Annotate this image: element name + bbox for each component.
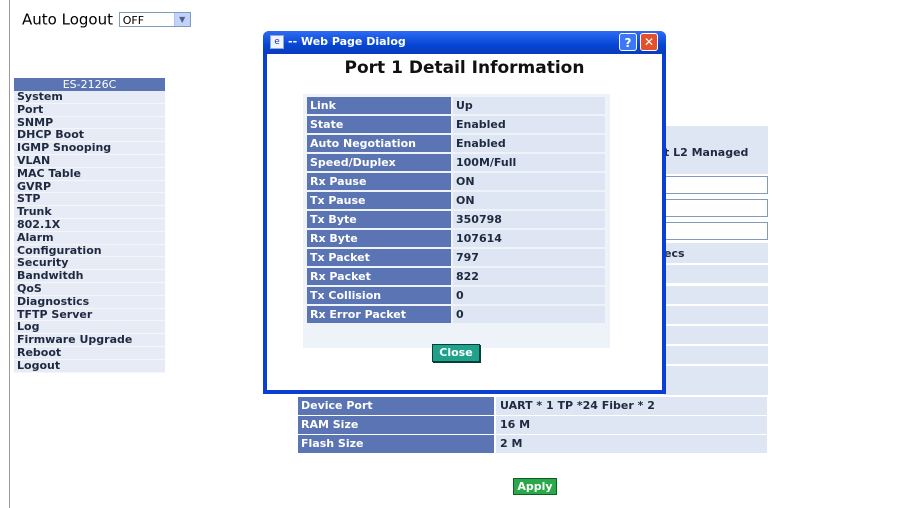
model-partial-text: t L2 Managed <box>664 146 749 159</box>
flash-size-value: 2 M <box>496 435 767 453</box>
row-label: Tx Pause <box>307 192 451 209</box>
close-button[interactable]: Close <box>432 344 480 362</box>
row-label: Speed/Duplex <box>307 154 451 171</box>
dialog-titlebar[interactable]: e -- Web Page Dialog ? ✕ <box>263 31 666 54</box>
row-label: Rx Error Packet <box>307 306 451 323</box>
row-value: 0 <box>453 287 605 304</box>
table-row: Rx Packet 822 <box>303 268 610 285</box>
chevron-down-icon[interactable]: ▼ <box>173 13 190 26</box>
sidebar-item-vlan[interactable]: VLAN <box>14 154 165 168</box>
close-icon[interactable]: ✕ <box>640 33 658 51</box>
auto-logout-select[interactable]: OFF ▼ <box>118 12 191 27</box>
dialog-content: Port 1 Detail Information Link Up State … <box>267 54 662 390</box>
dialog-heading: Port 1 Detail Information <box>344 58 585 78</box>
system-location-input[interactable] <box>664 199 768 217</box>
auto-logout-label: Auto Logout <box>22 10 113 29</box>
info-cell-d <box>664 326 768 344</box>
row-value: ON <box>453 173 605 190</box>
system-contact-input[interactable] <box>664 222 768 240</box>
auto-logout-control: Auto Logout OFF ▼ <box>22 10 191 29</box>
row-label: State <box>307 116 451 133</box>
info-cell-g <box>664 377 768 395</box>
sidebar-item-alarm[interactable]: Alarm <box>14 231 165 245</box>
table-row: Speed/Duplex 100M/Full <box>303 154 610 171</box>
row-value: 350798 <box>453 211 605 228</box>
info-cell-e <box>664 346 768 364</box>
row-label: Tx Packet <box>307 249 451 266</box>
uptime-partial-text: ecs <box>664 247 685 260</box>
row-value: 107614 <box>453 230 605 247</box>
row-value: 797 <box>453 249 605 266</box>
table-row: Rx Pause ON <box>303 173 610 190</box>
web-page-dialog: e -- Web Page Dialog ? ✕ Port 1 Detail I… <box>263 31 666 394</box>
row-value: 0 <box>453 306 605 323</box>
sidebar-menu: ES-2126C System Port SNMP DHCP Boot IGMP… <box>14 78 165 373</box>
left-border-line <box>9 0 10 508</box>
row-value: 100M/Full <box>453 154 605 171</box>
row-value: Up <box>453 97 605 114</box>
window-icon: e <box>270 35 284 49</box>
table-row: Link Up <box>303 97 610 114</box>
port-detail-table: Link Up State Enabled Auto Negotiation E… <box>303 94 610 348</box>
row-value: ON <box>453 192 605 209</box>
table-row: Tx Byte 350798 <box>303 211 610 228</box>
flash-size-label: Flash Size <box>298 435 494 453</box>
table-row: State Enabled <box>303 116 610 133</box>
ram-size-value: 16 M <box>496 416 767 434</box>
device-port-row: Device Port UART * 1 TP *24 Fiber * 2 <box>298 397 767 415</box>
flash-size-row: Flash Size 2 M <box>298 435 767 453</box>
info-cell-a <box>664 265 768 283</box>
sidebar-item-logout[interactable]: Logout <box>14 359 165 373</box>
row-label: Rx Pause <box>307 173 451 190</box>
row-label: Auto Negotiation <box>307 135 451 152</box>
system-name-input[interactable] <box>664 176 768 194</box>
sidebar-item-diagnostics[interactable]: Diagnostics <box>14 295 165 309</box>
device-port-label: Device Port <box>298 397 494 415</box>
device-port-value: UART * 1 TP *24 Fiber * 2 <box>496 397 767 415</box>
row-label: Tx Collision <box>307 287 451 304</box>
sidebar-item-qos[interactable]: QoS <box>14 282 165 296</box>
auto-logout-selected-value: OFF <box>122 14 145 27</box>
ram-size-row: RAM Size 16 M <box>298 416 767 434</box>
row-value: Enabled <box>453 135 605 152</box>
sidebar-item-port[interactable]: Port <box>14 103 165 117</box>
sidebar-item-system[interactable]: System <box>14 90 165 104</box>
table-row: Rx Byte 107614 <box>303 230 610 247</box>
ram-size-label: RAM Size <box>298 416 494 434</box>
sidebar-item-reboot[interactable]: Reboot <box>14 346 165 360</box>
apply-button[interactable]: Apply <box>513 478 557 495</box>
row-label: Rx Packet <box>307 268 451 285</box>
sidebar-item-mac-table[interactable]: MAC Table <box>14 167 165 181</box>
info-cell-b <box>664 286 768 304</box>
table-row: Tx Packet 797 <box>303 249 610 266</box>
table-row: Auto Negotiation Enabled <box>303 135 610 152</box>
row-label: Tx Byte <box>307 211 451 228</box>
table-row: Tx Collision 0 <box>303 287 610 304</box>
table-row: Rx Error Packet 0 <box>303 306 610 323</box>
help-icon[interactable]: ? <box>619 33 637 51</box>
table-row: Tx Pause ON <box>303 192 610 209</box>
row-value: 822 <box>453 268 605 285</box>
row-value: Enabled <box>453 116 605 133</box>
row-label: Link <box>307 97 451 114</box>
row-label: Rx Byte <box>307 230 451 247</box>
dialog-title: -- Web Page Dialog <box>288 35 406 48</box>
info-cell-c <box>664 306 768 324</box>
sidebar-item-8021x[interactable]: 802.1X <box>14 218 165 232</box>
